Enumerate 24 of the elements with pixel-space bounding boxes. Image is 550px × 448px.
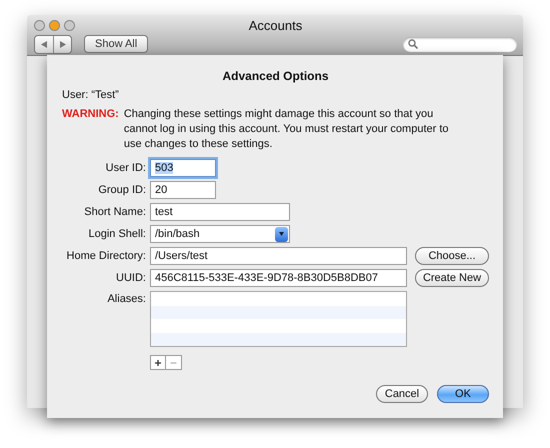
popup-menu[interactable]: /bin/bash: [150, 225, 290, 243]
text-field[interactable]: test: [150, 203, 290, 221]
warning-text: Changing these settings might damage this account so that you cannot log in using this account. You must restart your computer to use changes to these settings.: [124, 107, 450, 152]
side-button[interactable]: Create New: [415, 269, 489, 287]
window-title: Accounts: [248, 18, 302, 33]
field-label: User ID:: [104, 162, 146, 174]
text-field[interactable]: 456C8115-533E-433E-9D78-8B30D5B8DB07: [150, 269, 407, 287]
add-button[interactable]: +: [150, 355, 166, 370]
field-label: Short Name:: [83, 206, 146, 218]
field-label: Aliases:: [106, 293, 146, 305]
text-field[interactable]: /Users/test: [150, 247, 407, 265]
field-label: UUID:: [115, 272, 146, 284]
default-button[interactable]: OK: [437, 385, 489, 403]
sheet-title: Advanced Options: [221, 69, 330, 83]
text-field[interactable]: 503: [150, 159, 216, 177]
field-label: Group ID:: [97, 184, 146, 196]
show-all-button[interactable]: Show All: [84, 35, 148, 53]
warning-label: WARNING:: [62, 107, 119, 122]
user-label: User: “Test”: [62, 89, 120, 101]
field-label: Home Directory:: [66, 250, 146, 262]
field-label: Login Shell:: [88, 228, 146, 240]
side-button[interactable]: Choose...: [415, 247, 489, 265]
text-field[interactable]: 20: [150, 181, 216, 199]
dialog-button[interactable]: Cancel: [376, 385, 428, 403]
